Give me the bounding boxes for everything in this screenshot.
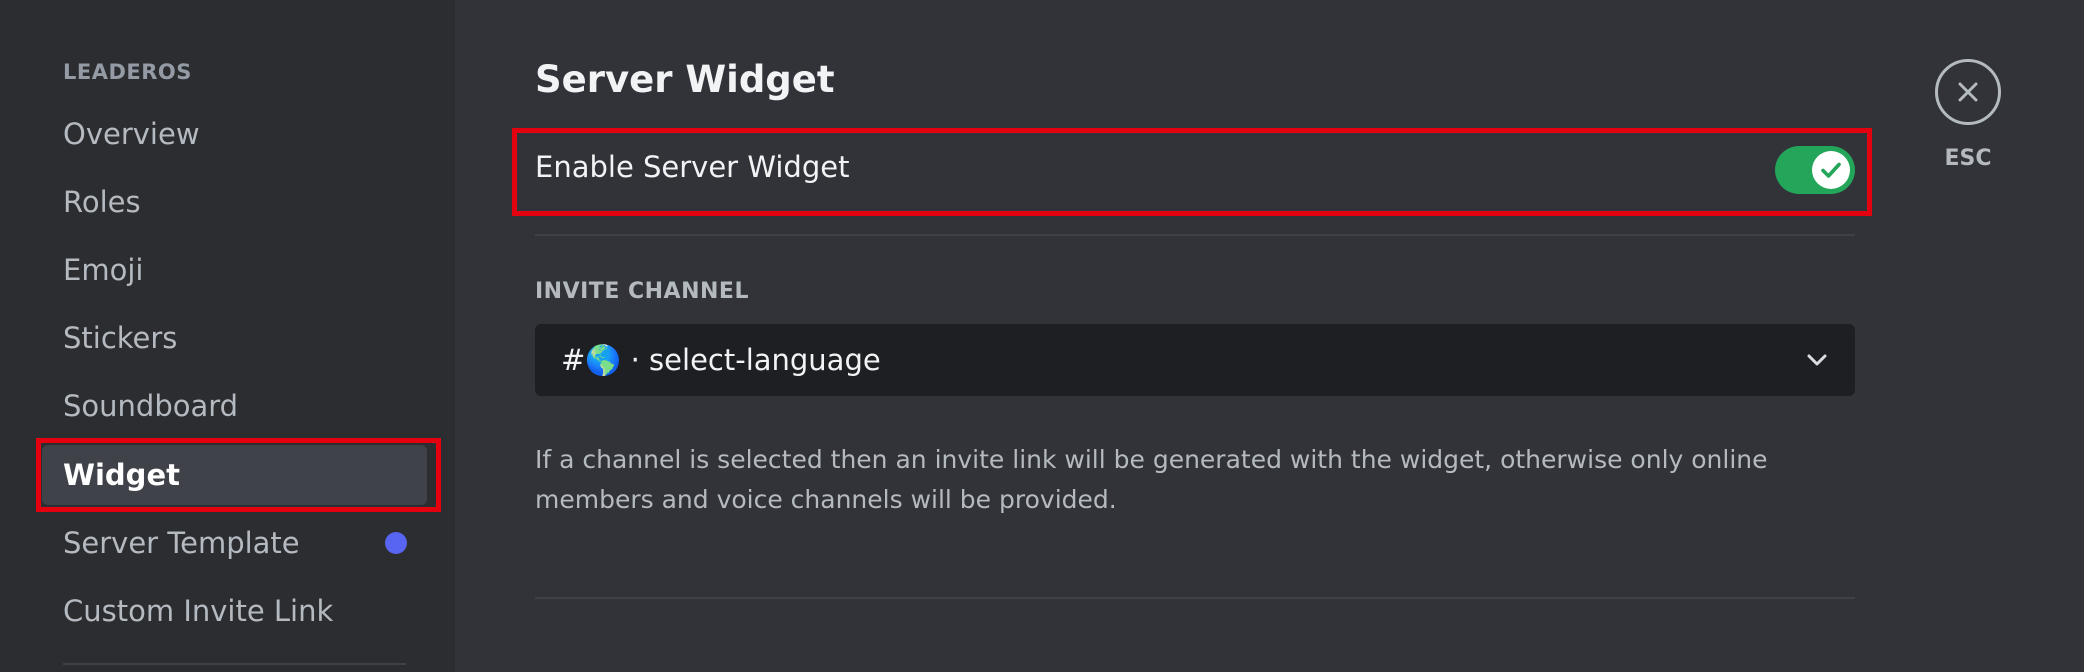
- section-divider: [535, 234, 1855, 236]
- sidebar-item-label: Server Template: [63, 526, 300, 560]
- sidebar-item-stickers[interactable]: Stickers: [42, 308, 427, 368]
- toggle-knob: [1812, 151, 1850, 189]
- sidebar-item-label: Custom Invite Link: [63, 594, 334, 628]
- sidebar-item-label: Roles: [63, 185, 141, 219]
- sidebar-item-label: Emoji: [63, 253, 144, 287]
- settings-sidebar: LEADEROS Overview Roles Emoji Stickers S…: [0, 0, 455, 672]
- sidebar-heading: LEADEROS: [63, 60, 192, 84]
- sidebar-item-roles[interactable]: Roles: [42, 172, 427, 232]
- esc-label: ESC: [1944, 146, 1992, 171]
- notification-dot: [385, 532, 407, 554]
- sidebar-item-emoji[interactable]: Emoji: [42, 240, 427, 300]
- close-icon: [1958, 82, 1978, 102]
- sidebar-item-overview[interactable]: Overview: [42, 104, 427, 164]
- sidebar-item-server-template[interactable]: Server Template: [42, 513, 427, 573]
- section-divider-bottom: [535, 597, 1855, 599]
- chevron-down-icon: [1807, 354, 1827, 366]
- invite-channel-select[interactable]: #🌎 · select-language: [535, 324, 1855, 396]
- page-title: Server Widget: [535, 58, 835, 101]
- enable-widget-label: Enable Server Widget: [535, 150, 850, 184]
- invite-channel-label: INVITE CHANNEL: [535, 279, 749, 304]
- invite-channel-value: #🌎 · select-language: [561, 342, 881, 377]
- sidebar-item-label: Widget: [63, 458, 180, 492]
- sidebar-item-custom-invite-link[interactable]: Custom Invite Link: [42, 581, 427, 641]
- sidebar-divider: [63, 663, 406, 665]
- invite-channel-help-text: If a channel is selected then an invite …: [535, 445, 1768, 514]
- close-button[interactable]: [1935, 59, 2001, 125]
- enable-widget-toggle[interactable]: [1775, 146, 1855, 194]
- sidebar-item-label: Soundboard: [63, 389, 239, 423]
- sidebar-item-label: Stickers: [63, 321, 178, 355]
- sidebar-item-widget[interactable]: Widget: [42, 445, 427, 505]
- sidebar-item-soundboard[interactable]: Soundboard: [42, 376, 427, 436]
- checkmark-icon: [1821, 162, 1841, 178]
- sidebar-item-label: Overview: [63, 117, 200, 151]
